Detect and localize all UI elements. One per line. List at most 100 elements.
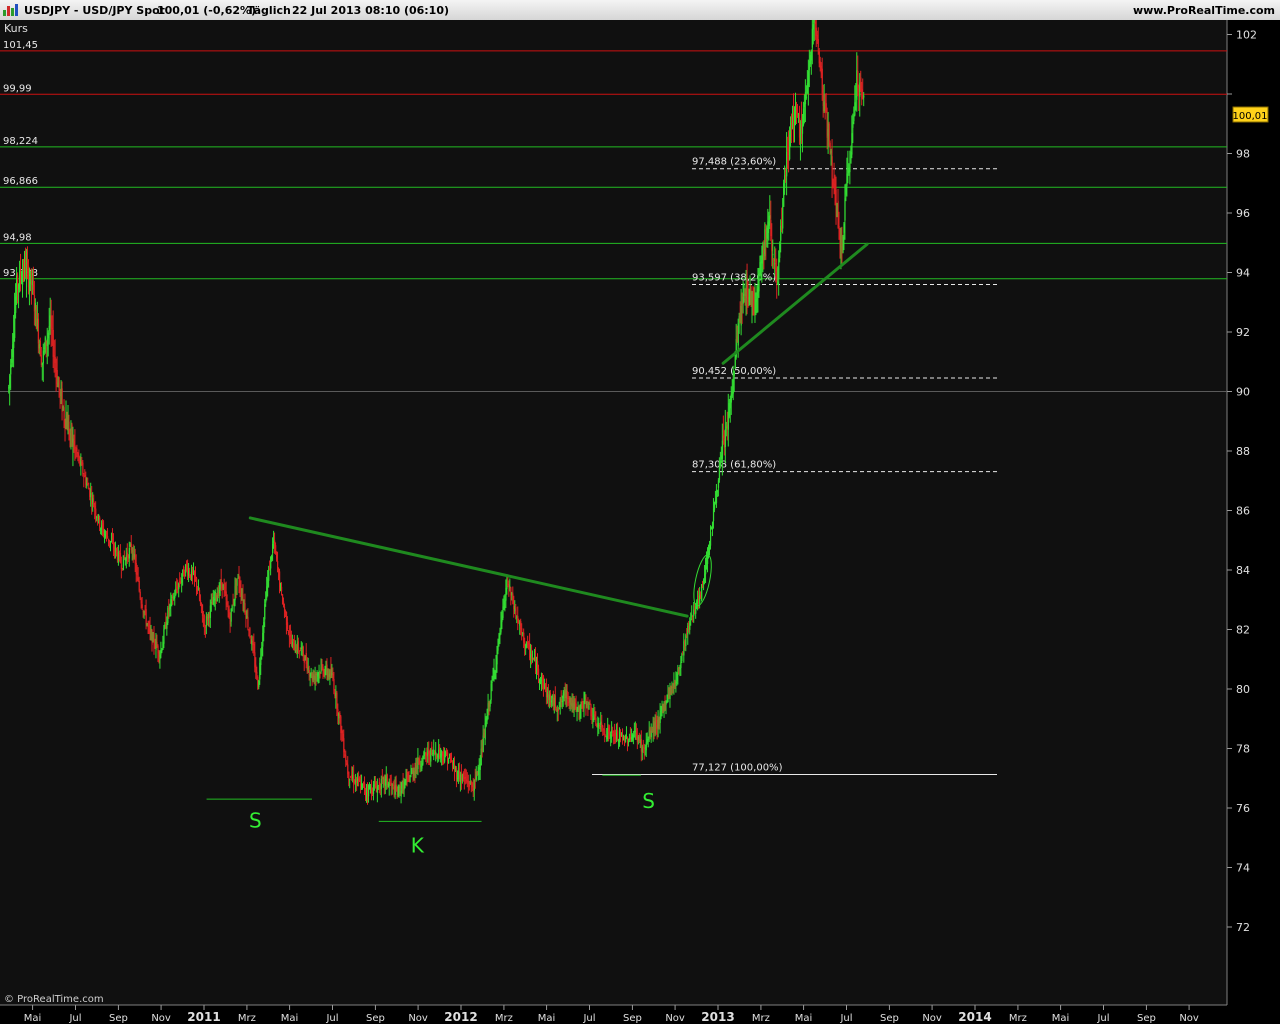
price-chart[interactable]: 101,4599,9998,22496,86694,9893,788 97,48… [0, 20, 1280, 1024]
candle-body [277, 561, 279, 568]
candle-body [231, 605, 233, 612]
y-tick-label: 90 [1236, 386, 1250, 399]
candle-body [491, 681, 493, 683]
candle-body [58, 377, 60, 390]
x-tick-label: Nov [665, 1013, 685, 1024]
pattern-label: S [249, 808, 262, 832]
candle-body [174, 596, 176, 599]
fib-label: 87,308 (61,80%) [692, 460, 776, 471]
candle-body [286, 622, 289, 630]
last-quote: 100,01 (-0,62%) [157, 4, 257, 17]
x-tick-label: Jul [325, 1013, 338, 1024]
fib-label: 97,488 (23,60%) [692, 157, 776, 168]
candle-body [844, 198, 846, 221]
x-tick-label: Nov [922, 1013, 942, 1024]
x-tick-label: Jul [839, 1013, 852, 1024]
candle-body [829, 142, 831, 148]
x-tick-label: Sep [1137, 1013, 1156, 1024]
plot-area[interactable] [0, 20, 1227, 1005]
candle-body [554, 695, 556, 708]
current-price-label: 100,01 [1233, 111, 1268, 122]
x-tick-label: Jul [68, 1013, 81, 1024]
y-tick-label: 98 [1236, 148, 1250, 161]
x-tick-label: Sep [623, 1013, 642, 1024]
y-tick-label: 92 [1236, 326, 1250, 339]
x-tick-label: Mai [538, 1013, 556, 1024]
candle-body [128, 547, 130, 559]
candle-body [537, 668, 540, 677]
x-tick-label: Mrz [238, 1013, 256, 1024]
candle-body [99, 517, 101, 528]
y-tick-label: 102 [1236, 29, 1257, 42]
candle-body [444, 758, 446, 762]
level-label: 98,224 [3, 136, 38, 147]
level-label: 94,98 [3, 232, 32, 243]
price-axis [1227, 20, 1280, 1005]
candle-body [863, 95, 865, 98]
y-tick-label: 82 [1236, 624, 1250, 637]
y-tick-label: 86 [1236, 505, 1250, 518]
candle-body [817, 39, 819, 48]
candle-body [782, 206, 784, 229]
candle-body [249, 628, 251, 637]
candle-body [831, 156, 833, 180]
candle-body [268, 569, 270, 581]
level-label: 101,45 [3, 40, 38, 51]
candle-body [280, 586, 283, 592]
y-tick-label: 84 [1236, 564, 1250, 577]
x-tick-label: Mrz [1009, 1013, 1027, 1024]
x-tick-label: 2012 [444, 1010, 477, 1024]
site-link[interactable]: www.ProRealTime.com [1133, 4, 1275, 17]
x-tick-label: Mai [24, 1013, 42, 1024]
y-tick-label: 76 [1236, 802, 1250, 815]
candle-body [256, 671, 258, 675]
candle-body [141, 604, 143, 609]
candle-body [139, 591, 141, 599]
candle-body [333, 678, 335, 691]
y-tick-label: 88 [1236, 445, 1250, 458]
candle-body [709, 532, 712, 546]
candle-body [95, 508, 97, 515]
x-tick-label: Jul [582, 1013, 595, 1024]
symbol-title: USDJPY - USD/JPY Spot [24, 4, 165, 17]
candle-body [680, 662, 682, 668]
candle-body [348, 771, 350, 779]
chart-icon [3, 4, 18, 16]
x-tick-label: 2011 [187, 1010, 220, 1024]
candle-body [247, 617, 249, 628]
y-tick-label: 74 [1236, 862, 1250, 875]
pattern-label: K [411, 834, 425, 858]
price-tag: 100,01 [1232, 106, 1269, 123]
candle-body [617, 730, 619, 740]
candle-body [828, 123, 830, 141]
candle-body [409, 776, 411, 783]
candle-body [236, 578, 238, 586]
x-tick-label: Mrz [752, 1013, 770, 1024]
candle-body [602, 725, 604, 728]
candle-body [849, 164, 851, 173]
candle-body [733, 370, 735, 376]
level-label: 99,99 [3, 83, 32, 94]
fib-label: 93,597 (38,20%) [692, 272, 776, 283]
y-tick-label: 96 [1236, 207, 1250, 220]
candle-body [107, 536, 109, 539]
x-tick-label: Mai [281, 1013, 299, 1024]
candle-body [468, 785, 471, 787]
title-bar: USDJPY - USD/JPY Spot 100,01 (-0,62%) Tä… [0, 0, 1280, 21]
copyright-label: © ProRealTime.com [4, 994, 104, 1005]
y-tick-label: 72 [1236, 921, 1250, 934]
x-tick-label: Nov [1179, 1013, 1199, 1024]
candle-body [805, 96, 808, 98]
x-tick-label: Mai [1052, 1013, 1070, 1024]
x-tick-label: Nov [151, 1013, 171, 1024]
candle-body [758, 275, 760, 292]
candle-body [63, 407, 65, 418]
candle-body [349, 779, 351, 781]
level-label: 96,866 [3, 176, 38, 187]
candle-body [297, 641, 299, 651]
candle-body [82, 462, 84, 475]
candle-body [74, 445, 76, 447]
period-label: Täglich [247, 4, 291, 17]
pattern-label: S [642, 789, 655, 813]
x-tick-label: Sep [366, 1013, 385, 1024]
